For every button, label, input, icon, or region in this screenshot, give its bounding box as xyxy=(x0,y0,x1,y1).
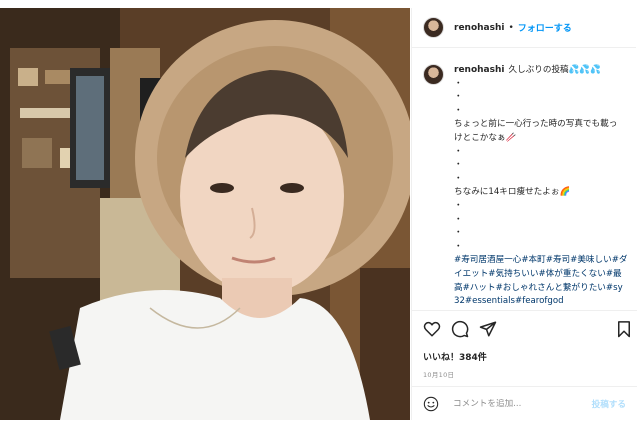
caption-line: renohashi 久しぶりの投稿💦💦💦 xyxy=(454,64,628,78)
post-photo-image xyxy=(0,8,410,420)
share-icon[interactable] xyxy=(479,320,497,338)
caption-text-line: ・ xyxy=(454,78,463,89)
caption-text-line: ちょっと前に一心行った時の写真でも載っ xyxy=(454,119,618,130)
caption-text-line: ・ xyxy=(454,241,463,252)
post-header: renohashi • フォローする xyxy=(412,8,636,48)
caption-hashtags[interactable]: #寿司居酒屋一心#本町#寿司#美味しい#ダイエット#気持ちいい#体が重たくない#… xyxy=(454,254,628,308)
caption-text-line: ちなみに14キロ痩せたよぉ🌈 xyxy=(454,187,571,198)
comment-input[interactable] xyxy=(453,398,592,409)
bookmark-icon[interactable] xyxy=(615,320,633,338)
caption-text-line: ・ xyxy=(454,105,463,116)
caption-text-line: ・ xyxy=(454,214,463,225)
caption-text-line: ・ xyxy=(454,200,463,211)
instagram-post: renohashi • フォローする renohashi 久しぶりの投稿💦💦💦 ・… xyxy=(0,0,640,427)
comment-bar: 投稿する xyxy=(412,387,637,420)
caption-text-line: けとこかなぁ🥢 xyxy=(454,132,517,143)
caption-avatar[interactable] xyxy=(423,64,444,85)
caption-body: renohashi 久しぶりの投稿💦💦💦 ・ ・ ・ ちょっと前に一心行った時の写… xyxy=(454,64,628,309)
follow-button[interactable]: フォローする xyxy=(518,21,572,34)
heart-icon[interactable] xyxy=(423,320,441,338)
caption-text-line: ・ xyxy=(454,146,463,157)
post-comment-button[interactable]: 投稿する xyxy=(592,398,626,410)
avatar[interactable] xyxy=(423,17,444,38)
post-photo[interactable] xyxy=(0,8,410,420)
header-separator: • xyxy=(508,22,514,33)
post-date[interactable]: 10月10日 xyxy=(423,369,454,379)
caption-text-line: ・ xyxy=(454,173,463,184)
caption: renohashi 久しぶりの投稿💦💦💦 ・ ・ ・ ちょっと前に一心行った時の写… xyxy=(423,64,628,309)
post-side-panel: renohashi • フォローする renohashi 久しぶりの投稿💦💦💦 ・… xyxy=(411,8,637,420)
header-username[interactable]: renohashi xyxy=(454,23,504,33)
action-bar xyxy=(423,320,633,338)
divider xyxy=(412,310,637,311)
caption-text-line: ・ xyxy=(454,92,463,103)
caption-text-line: ・ xyxy=(454,160,463,171)
caption-text-line: ・ xyxy=(454,228,463,239)
like-count[interactable]: いいね！384件 xyxy=(423,350,487,363)
emoji-icon[interactable] xyxy=(423,396,439,412)
caption-username[interactable]: renohashi xyxy=(454,65,504,75)
caption-text-line: 久しぶりの投稿💦💦💦 xyxy=(508,65,601,75)
comment-icon[interactable] xyxy=(451,320,469,338)
